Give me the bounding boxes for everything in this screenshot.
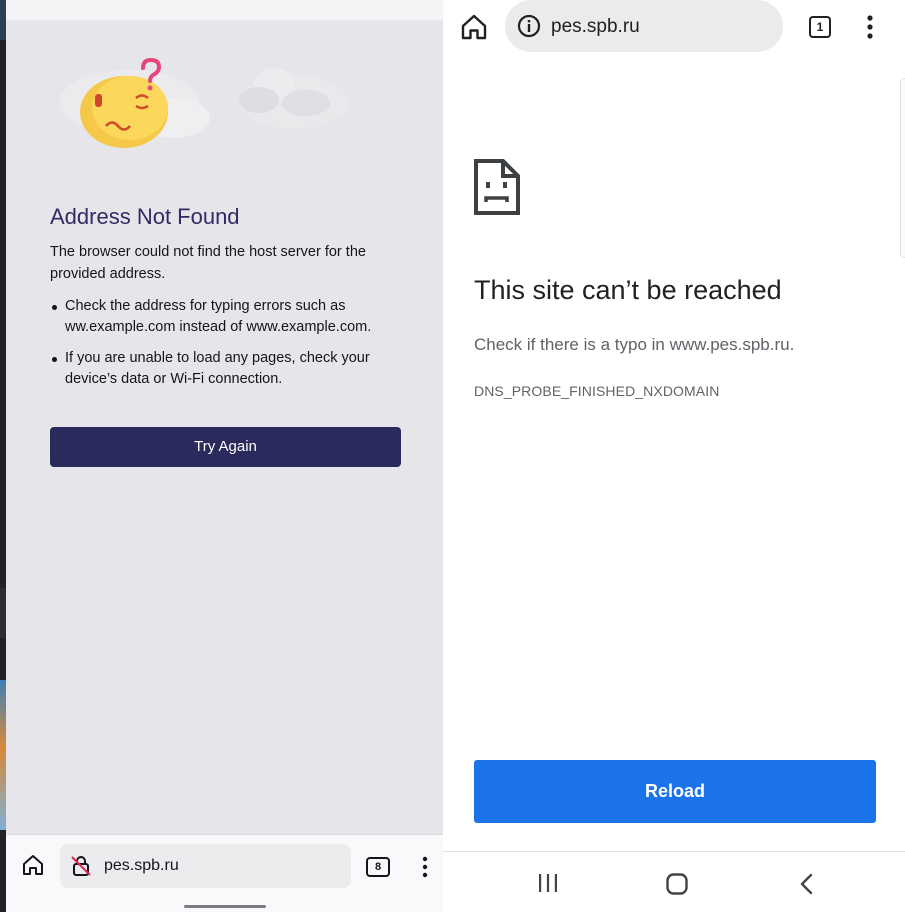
back-icon[interactable] — [797, 872, 817, 896]
error-title: Address Not Found — [50, 204, 240, 229]
left-status-area — [6, 0, 443, 20]
error-description: Check if there is a typo in www.pes.spb.… — [474, 335, 795, 354]
error-tips-list: Check the address for typing errors such… — [50, 296, 402, 400]
tabs-icon[interactable]: 8 — [366, 857, 390, 877]
confused-emoji-icon — [54, 56, 354, 148]
left-browser-window: Address Not Found The browser could not … — [6, 0, 443, 912]
url-text[interactable]: pes.spb.ru — [551, 15, 640, 39]
right-url-bar[interactable]: pes.spb.ru — [505, 0, 783, 52]
right-browser-window: pes.spb.ru 1 This site can’t be reached … — [443, 0, 905, 912]
error-description: The browser could not find the host serv… — [50, 244, 366, 282]
url-text[interactable]: pes.spb.ru — [104, 856, 179, 876]
site-info-icon[interactable] — [517, 14, 541, 38]
left-bottom-toolbar: pes.spb.ru 8 — [6, 834, 443, 912]
left-url-bar[interactable]: pes.spb.ru — [60, 844, 351, 888]
side-panel-handle — [900, 78, 905, 258]
list-item: If you are unable to load any pages, che… — [50, 348, 402, 389]
overflow-menu-icon[interactable] — [417, 853, 433, 881]
home-icon[interactable] — [459, 12, 489, 42]
tabs-icon[interactable]: 1 — [809, 16, 831, 38]
home-icon[interactable] — [20, 852, 46, 878]
reload-button[interactable]: Reload — [474, 760, 876, 823]
list-item: Check the address for typing errors such… — [50, 296, 402, 337]
home-icon[interactable] — [665, 872, 689, 896]
recents-icon[interactable] — [536, 872, 560, 894]
page-title: This site can’t be reached — [474, 275, 782, 305]
overflow-menu-icon[interactable] — [862, 12, 878, 42]
error-code: DNS_PROBE_FINISHED_NXDOMAIN — [474, 383, 720, 399]
gesture-bar — [184, 905, 266, 908]
insecure-lock-icon[interactable] — [69, 854, 93, 878]
try-again-button[interactable]: Try Again — [50, 427, 401, 467]
sad-page-icon — [473, 158, 521, 216]
system-navigation-bar — [443, 851, 905, 912]
